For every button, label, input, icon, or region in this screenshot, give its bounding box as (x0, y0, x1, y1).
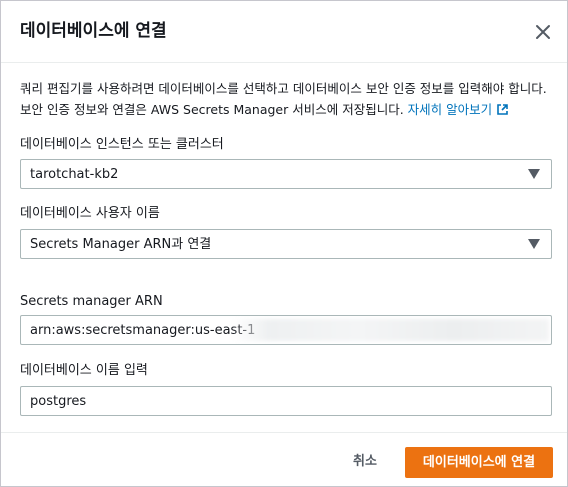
description-line-2: 보안 인증 정보와 연결은 AWS Secrets Manager 서비스에 저… (20, 99, 555, 120)
modal-title: 데이터베이스에 연결 (20, 21, 167, 41)
description-line-1: 쿼리 편집기를 사용하려면 데이터베이스를 선택하고 데이터베이스 보안 인증 … (20, 81, 547, 96)
description-line-2-text: 보안 인증 정보와 연결은 AWS Secrets Manager 서비스에 저… (20, 102, 408, 117)
close-button[interactable] (531, 20, 555, 44)
dbname-input[interactable]: postgres (20, 386, 552, 416)
connect-database-button[interactable]: 데이터베이스에 연결 (405, 447, 553, 478)
modal-header: 데이터베이스에 연결 (1, 1, 567, 63)
arn-input-value: arn:aws:secretsmanager:us-east-1 (30, 323, 256, 338)
dbname-label: 데이터베이스 이름 입력 (20, 363, 148, 378)
arn-input[interactable]: arn:aws:secretsmanager:us-east-1 (20, 315, 552, 345)
username-label: 데이터베이스 사용자 이름 (20, 206, 160, 221)
caret-down-icon (528, 169, 540, 179)
external-link-icon (497, 104, 508, 115)
instance-select[interactable]: tarotchat-kb2 (20, 159, 552, 189)
arn-label: Secrets manager ARN (20, 294, 163, 309)
modal-description: 쿼리 편집기를 사용하려면 데이터베이스를 선택하고 데이터베이스 보안 인증 … (20, 78, 555, 120)
close-icon (536, 25, 550, 39)
modal-footer: 취소 데이터베이스에 연결 (1, 432, 567, 486)
instance-label: 데이터베이스 인스턴스 또는 클러스터 (20, 137, 224, 152)
connect-database-modal: 데이터베이스에 연결 쿼리 편집기를 사용하려면 데이터베이스를 선택하고 데이… (0, 0, 568, 487)
caret-down-icon (528, 239, 540, 249)
instance-select-value: tarotchat-kb2 (30, 167, 119, 182)
username-select[interactable]: Secrets Manager ARN과 연결 (20, 229, 552, 259)
learn-more-link[interactable]: 자세히 알아보기 (408, 102, 509, 117)
cancel-button[interactable]: 취소 (341, 447, 389, 477)
dbname-input-value: postgres (30, 394, 87, 409)
redacted-region (231, 319, 549, 341)
username-select-value: Secrets Manager ARN과 연결 (30, 237, 212, 252)
learn-more-link-text: 자세히 알아보기 (407, 102, 493, 117)
